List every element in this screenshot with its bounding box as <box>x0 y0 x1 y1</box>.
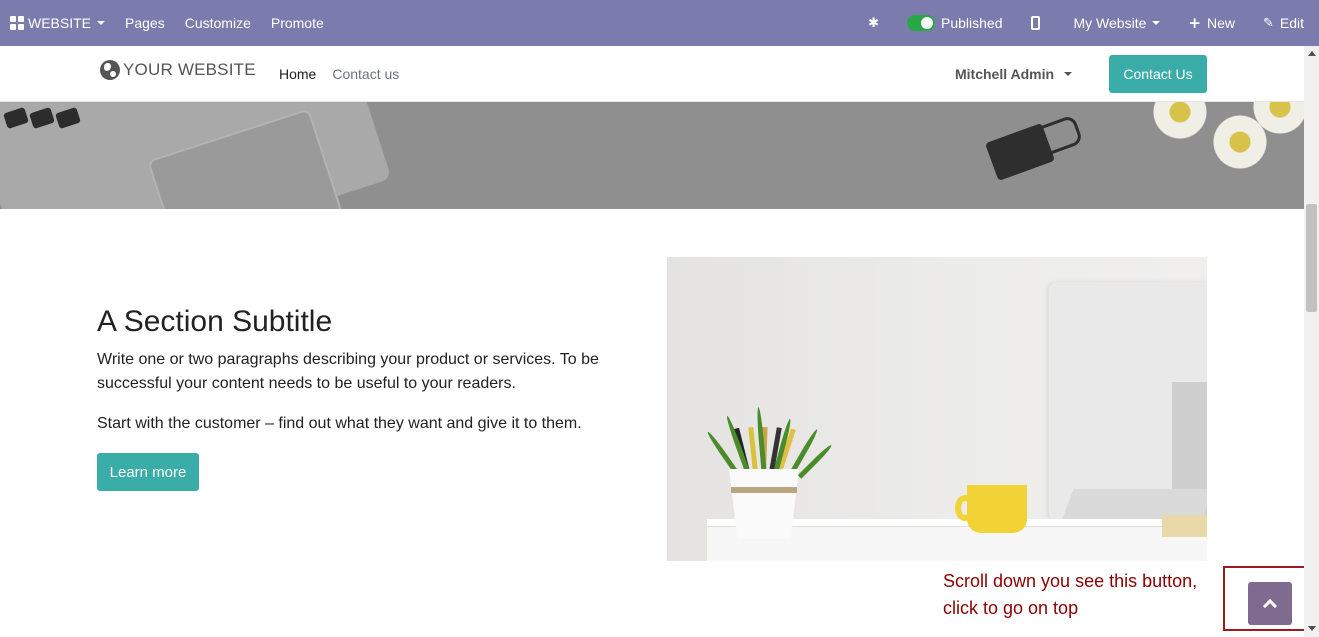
edit-button[interactable]: ✎ Edit <box>1253 0 1319 46</box>
toggle-switch[interactable] <box>907 15 935 31</box>
website-switcher[interactable]: My Website <box>1064 0 1179 46</box>
published-label: Published <box>941 15 1003 31</box>
chevron-up-icon <box>1262 598 1278 614</box>
scroll-up-arrow-icon[interactable] <box>1308 51 1316 56</box>
annotation-text: Scroll down you see this button, click t… <box>943 571 1198 618</box>
admin-navbar: WEBSITE Pages Customize Promote ✱ Publis… <box>0 0 1319 46</box>
globe-icon <box>100 60 120 80</box>
main-menu: Home Contact us <box>279 66 415 82</box>
scrollbar-thumb[interactable] <box>1306 204 1317 312</box>
menu-customize[interactable]: Customize <box>175 0 261 46</box>
new-button[interactable]: + New <box>1178 0 1253 46</box>
hero-banner-image <box>0 102 1304 209</box>
plant-pot-shape <box>729 469 799 539</box>
new-label: New <box>1206 15 1235 31</box>
logo-text: YOUR WEBSITE <box>123 60 256 79</box>
learn-more-button[interactable]: Learn more <box>97 453 199 491</box>
twine-shape <box>731 487 797 493</box>
caret-down-icon <box>97 21 106 25</box>
mobile-icon <box>1030 16 1040 30</box>
caret-down-icon <box>1152 21 1161 25</box>
section-paragraph: Start with the customer – find out what … <box>97 415 582 432</box>
section-image <box>667 257 1207 561</box>
mobile-preview-button[interactable] <box>1019 0 1064 46</box>
user-name: Mitchell Admin <box>955 66 1055 82</box>
mug-shape <box>967 485 1027 533</box>
plus-icon: + <box>1188 14 1201 32</box>
site-logo[interactable]: YOUR WEBSITE <box>100 60 256 80</box>
user-menu[interactable]: Mitchell Admin <box>955 66 1073 82</box>
binder-clip-wire <box>1026 114 1084 160</box>
pencil-icon: ✎ <box>1262 15 1274 31</box>
apps-grid-icon <box>10 16 24 30</box>
menu-promote[interactable]: Promote <box>261 0 334 46</box>
website-page: WEBSITE Pages Customize Promote ✱ Publis… <box>0 0 1319 637</box>
scroll-down-arrow-icon[interactable] <box>1308 626 1316 631</box>
website-app-label: WEBSITE <box>28 15 92 31</box>
page-scrollbar[interactable] <box>1304 46 1319 637</box>
flower-decoration <box>1150 102 1210 142</box>
debug-button[interactable]: ✱ <box>854 0 893 46</box>
nav-home[interactable]: Home <box>279 66 316 82</box>
scroll-to-top-button[interactable] <box>1248 582 1292 625</box>
edit-label: Edit <box>1279 15 1304 31</box>
bug-icon: ✱ <box>868 15 879 31</box>
nav-contact-us[interactable]: Contact us <box>332 66 399 82</box>
section-paragraph: Write one or two paragraphs describing y… <box>97 351 599 392</box>
contact-us-button[interactable]: Contact Us <box>1109 55 1207 93</box>
website-app-menu[interactable]: WEBSITE <box>0 0 115 46</box>
menu-pages[interactable]: Pages <box>115 0 175 46</box>
keyboard-keys <box>3 106 83 130</box>
plant-shape <box>705 407 834 479</box>
website-switcher-label: My Website <box>1073 15 1147 31</box>
publish-toggle[interactable]: Published <box>893 0 1019 46</box>
wood-block-shape <box>1162 515 1207 537</box>
site-header: YOUR WEBSITE Home Contact us Mitchell Ad… <box>0 46 1304 102</box>
section-subtitle: A Section Subtitle <box>97 305 333 338</box>
caret-down-icon <box>1064 72 1073 76</box>
